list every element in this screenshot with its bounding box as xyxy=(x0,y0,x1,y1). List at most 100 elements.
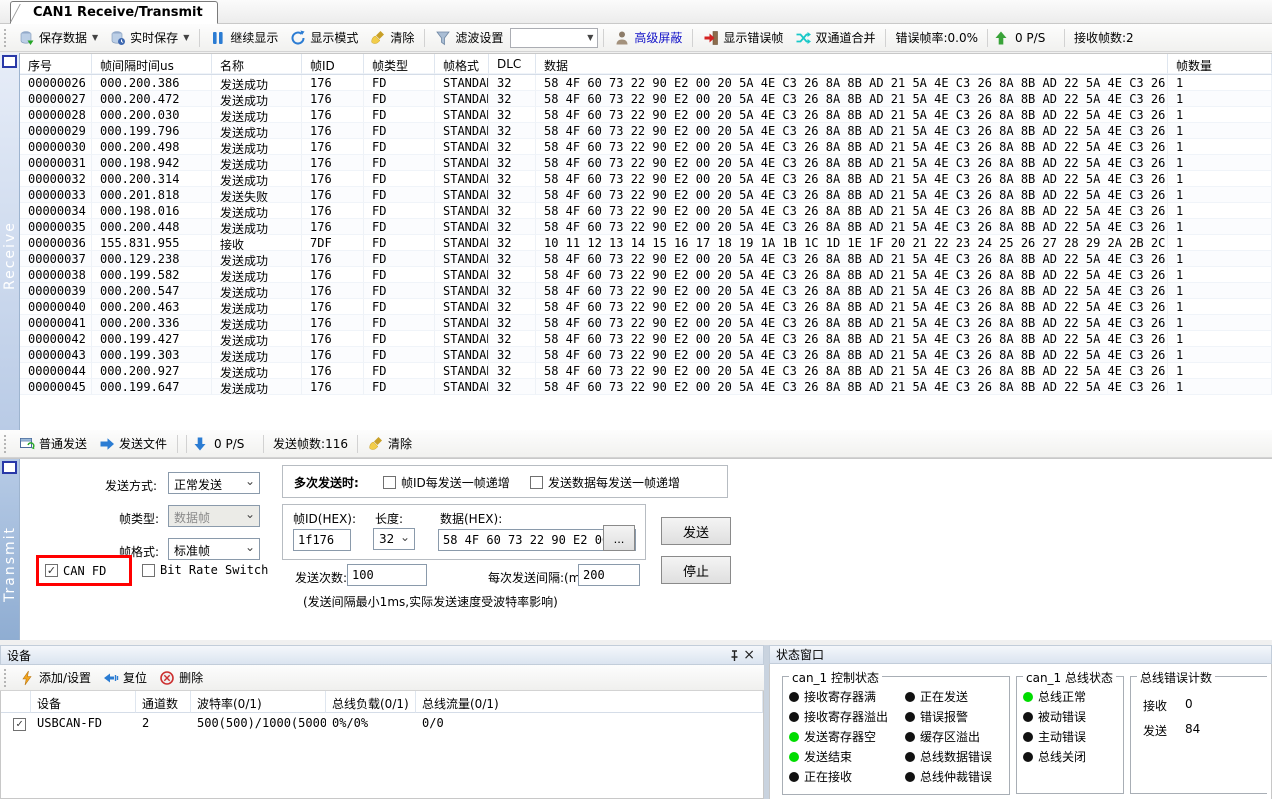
status-led-label: 总线仲裁错误 xyxy=(920,768,992,785)
frame-id-input[interactable] xyxy=(293,529,351,551)
cell-format: STANDARD xyxy=(435,203,489,219)
device-table-body: USBCAN-FD2500(500)/1000(5000)0%/0%0/0 xyxy=(1,713,763,735)
cell-data: 58 4F 60 73 22 90 E2 00 20 5A 4E C3 26 8… xyxy=(536,347,1168,363)
normal-send-button[interactable]: 普通发送 xyxy=(14,432,92,455)
column-header[interactable]: 波特率(0/1) xyxy=(191,691,326,713)
length-combobox[interactable]: 32 xyxy=(373,528,415,550)
table-row[interactable]: 00000037000.129.238发送成功176FDSTANDARD3258… xyxy=(20,251,1272,267)
continue-display-button[interactable]: 继续显示 xyxy=(205,26,283,49)
can-fd-checkbox[interactable] xyxy=(45,564,58,577)
cell-seq: 00000038 xyxy=(20,267,92,283)
transmit-clear-button[interactable]: 清除 xyxy=(363,432,417,455)
cell-seq: 00000045 xyxy=(20,379,92,395)
toolbar-grip[interactable] xyxy=(4,29,8,47)
column-header[interactable]: 帧类型 xyxy=(364,54,435,74)
status-panel: 状态窗口 can_1 控制状态 接收寄存器满接收寄存器溢出发送寄存器空发送结束正… xyxy=(769,645,1272,799)
realtime-save-button[interactable]: 实时保存 ▼ xyxy=(105,26,194,49)
send-button[interactable]: 发送 xyxy=(661,517,731,545)
clear-button[interactable]: 清除 xyxy=(365,26,419,49)
table-row[interactable]: 00000028000.200.030发送成功176FDSTANDARD3258… xyxy=(20,107,1272,123)
table-row[interactable]: 00000027000.200.472发送成功176FDSTANDARD3258… xyxy=(20,91,1272,107)
column-header[interactable]: 帧格式 xyxy=(435,54,489,74)
column-header[interactable]: 名称 xyxy=(212,54,302,74)
table-row[interactable]: 00000031000.198.942发送成功176FDSTANDARD3258… xyxy=(20,155,1272,171)
data-browse-button[interactable]: ... xyxy=(603,525,635,551)
cell-id: 176 xyxy=(302,91,364,107)
stop-button[interactable]: 停止 xyxy=(661,556,731,584)
add-settings-button[interactable]: 添加/设置 xyxy=(14,666,96,689)
cell-id: 176 xyxy=(302,203,364,219)
status-led-item: 缓存区溢出 xyxy=(905,728,992,745)
cell-name: 发送成功 xyxy=(212,123,302,139)
column-header[interactable]: 通道数 xyxy=(136,691,191,713)
reset-button[interactable]: 复位 xyxy=(98,666,152,689)
table-row[interactable]: 00000044000.200.927发送成功176FDSTANDARD3258… xyxy=(20,363,1272,379)
frame-type-combobox[interactable]: 数据帧 xyxy=(168,505,260,527)
send-mode-combobox[interactable]: 正常发送 xyxy=(168,472,260,494)
dual-channel-merge-button[interactable]: 双通道合并 xyxy=(790,26,880,49)
receive-side-strip[interactable]: Receive xyxy=(0,53,20,430)
column-header[interactable]: 总线负载(0/1) xyxy=(326,691,416,713)
table-row[interactable]: 00000040000.200.463发送成功176FDSTANDARD3258… xyxy=(20,299,1272,315)
column-header[interactable]: 帧ID xyxy=(302,54,364,74)
status-led-item: 总线数据错误 xyxy=(905,748,992,765)
column-header[interactable]: DLC xyxy=(489,54,536,74)
filter-combobox[interactable]: ▼ xyxy=(510,28,598,48)
device-row[interactable]: USBCAN-FD2500(500)/1000(5000)0%/0%0/0 xyxy=(1,713,763,735)
interval-input[interactable] xyxy=(578,564,640,586)
send-file-label: 发送文件 xyxy=(119,435,167,452)
cell-time: 000.200.030 xyxy=(92,107,212,123)
transmit-pps-value: 0 P/S xyxy=(210,437,258,451)
table-row[interactable]: 00000026000.200.386发送成功176FDSTANDARD3258… xyxy=(20,75,1272,91)
close-icon[interactable]: × xyxy=(741,649,757,661)
table-row[interactable]: 00000032000.200.314发送成功176FDSTANDARD3258… xyxy=(20,171,1272,187)
status-led-label: 正在接收 xyxy=(804,768,852,785)
table-row[interactable]: 00000029000.199.796发送成功176FDSTANDARD3258… xyxy=(20,123,1272,139)
table-row[interactable]: 00000039000.200.547发送成功176FDSTANDARD3258… xyxy=(20,283,1272,299)
table-row[interactable]: 00000036155.831.955接收7DFFDSTANDARD3210 1… xyxy=(20,235,1272,251)
toolbar-grip[interactable] xyxy=(4,669,8,687)
increment-id-checkbox[interactable] xyxy=(383,476,396,489)
save-data-label: 保存数据 xyxy=(39,29,87,46)
column-header[interactable]: 数据 xyxy=(536,54,1168,74)
column-header[interactable]: 设备 xyxy=(31,691,136,713)
frame-format-combobox[interactable]: 标准帧 xyxy=(168,538,260,560)
cell-name: 发送成功 xyxy=(212,347,302,363)
send-mode-label: 发送方式: xyxy=(105,477,157,494)
display-mode-button[interactable]: 显示模式 xyxy=(285,26,363,49)
column-header[interactable]: 帧数量 xyxy=(1168,54,1272,74)
delete-button[interactable]: 删除 xyxy=(154,666,208,689)
bit-rate-switch-checkbox[interactable] xyxy=(142,564,155,577)
column-header[interactable]: 帧间隔时间us xyxy=(92,54,212,74)
transmit-side-strip[interactable]: Transmit xyxy=(0,459,20,640)
pin-icon[interactable] xyxy=(728,649,741,662)
table-row[interactable]: 00000030000.200.498发送成功176FDSTANDARD3258… xyxy=(20,139,1272,155)
send-count-input[interactable] xyxy=(347,564,427,586)
table-row[interactable]: 00000043000.199.303发送成功176FDSTANDARD3258… xyxy=(20,347,1272,363)
cell-type: FD xyxy=(364,379,435,395)
device-enabled-checkbox[interactable] xyxy=(13,718,26,731)
table-row[interactable]: 00000045000.199.647发送成功176FDSTANDARD3258… xyxy=(20,379,1272,395)
cell-id: 176 xyxy=(302,331,364,347)
table-row[interactable]: 00000034000.198.016发送成功176FDSTANDARD3258… xyxy=(20,203,1272,219)
table-row[interactable]: 00000041000.200.336发送成功176FDSTANDARD3258… xyxy=(20,315,1272,331)
advanced-mask-button[interactable]: 高级屏蔽 xyxy=(609,26,687,49)
table-row[interactable]: 00000042000.199.427发送成功176FDSTANDARD3258… xyxy=(20,331,1272,347)
show-error-frames-button[interactable]: 显示错误帧 xyxy=(698,26,788,49)
cell-seq: 00000042 xyxy=(20,331,92,347)
send-file-button[interactable]: 发送文件 xyxy=(94,432,172,455)
column-header[interactable]: 总线流量(0/1) xyxy=(416,691,763,713)
cell-time: 000.200.336 xyxy=(92,315,212,331)
save-data-button[interactable]: 保存数据 ▼ xyxy=(14,26,103,49)
cell-seq: 00000032 xyxy=(20,171,92,187)
led-indicator xyxy=(789,692,799,702)
filter-settings-button[interactable]: 滤波设置 xyxy=(430,26,508,49)
column-header[interactable]: 序号 xyxy=(20,54,92,74)
increment-data-checkbox[interactable] xyxy=(530,476,543,489)
table-row[interactable]: 00000038000.199.582发送成功176FDSTANDARD3258… xyxy=(20,267,1272,283)
table-row[interactable]: 00000035000.200.448发送成功176FDSTANDARD3258… xyxy=(20,219,1272,235)
tab-can1-receive-transmit[interactable]: CAN1 Receive/Transmit xyxy=(10,1,218,24)
table-row[interactable]: 00000033000.201.818发送失败176FDSTANDARD3258… xyxy=(20,187,1272,203)
refresh-icon xyxy=(290,30,306,46)
toolbar-grip[interactable] xyxy=(4,435,8,453)
